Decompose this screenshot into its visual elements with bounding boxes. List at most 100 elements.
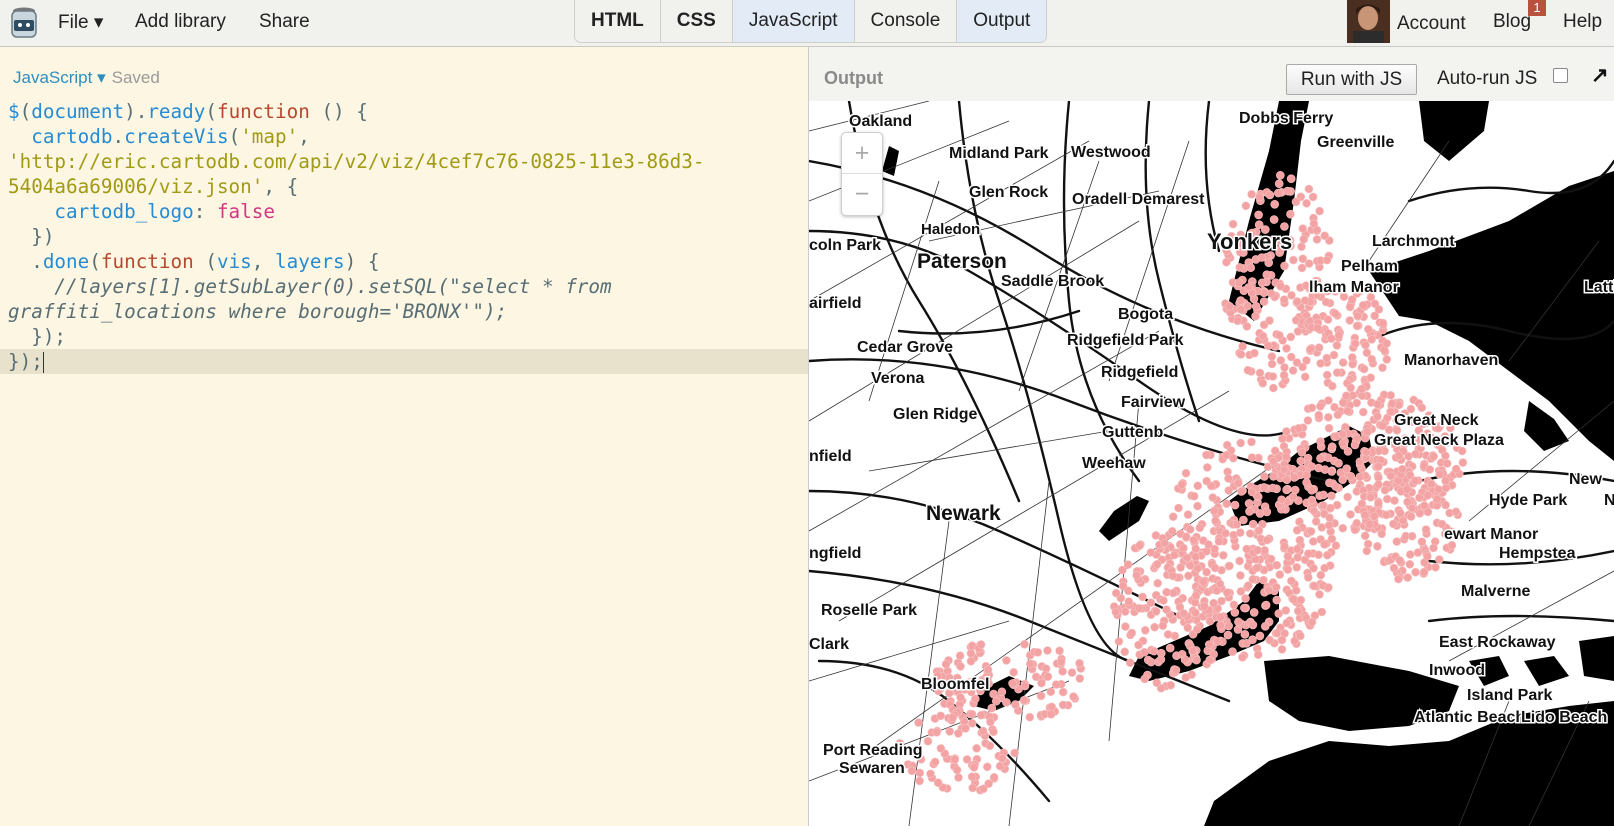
graffiti-point[interactable] [1235,528,1245,537]
graffiti-point[interactable] [1357,384,1366,394]
graffiti-point[interactable] [1247,437,1256,447]
account-link[interactable]: Account [1397,13,1466,35]
graffiti-point[interactable] [1267,289,1276,298]
popout-arrow-icon[interactable]: ↗ [1591,63,1609,88]
graffiti-point[interactable] [1327,491,1336,501]
graffiti-point[interactable] [1307,485,1317,495]
graffiti-point[interactable] [1008,679,1017,688]
graffiti-point[interactable] [923,736,933,746]
graffiti-point[interactable] [1286,576,1296,586]
graffiti-point[interactable] [1402,484,1412,494]
graffiti-point[interactable] [1236,350,1246,359]
graffiti-point[interactable] [1242,638,1251,648]
graffiti-point[interactable] [1275,331,1284,340]
graffiti-point[interactable] [1264,585,1273,595]
graffiti-point[interactable] [1232,520,1242,529]
graffiti-point[interactable] [1011,700,1020,709]
graffiti-point[interactable] [1215,579,1225,589]
graffiti-point[interactable] [1305,345,1315,354]
graffiti-point[interactable] [1134,603,1144,613]
graffiti-point[interactable] [1431,562,1440,572]
graffiti-point[interactable] [1199,577,1208,587]
graffiti-point[interactable] [1132,570,1141,580]
graffiti-point[interactable] [1292,297,1302,306]
graffiti-point[interactable] [1405,559,1415,569]
graffiti-point[interactable] [1167,526,1177,536]
graffiti-point[interactable] [1419,567,1429,577]
graffiti-point[interactable] [1275,570,1285,579]
graffiti-point[interactable] [1181,468,1191,478]
graffiti-point[interactable] [1423,490,1433,500]
graffiti-point[interactable] [985,741,995,751]
graffiti-point[interactable] [1202,463,1212,472]
graffiti-point[interactable] [1236,438,1246,448]
graffiti-point[interactable] [1242,322,1252,331]
graffiti-point[interactable] [1361,340,1370,350]
graffiti-point[interactable] [1224,486,1234,495]
graffiti-point[interactable] [1260,545,1270,555]
code-line[interactable]: .done(function (vis, layers) { [0,249,808,274]
code-line[interactable]: graffiti_locations where borough='BRONX'… [0,299,808,324]
graffiti-point[interactable] [956,693,965,702]
graffiti-point[interactable] [1378,363,1387,373]
graffiti-point[interactable] [1222,257,1231,267]
graffiti-point[interactable] [915,768,925,778]
graffiti-point[interactable] [932,727,941,737]
graffiti-point[interactable] [1363,539,1373,549]
graffiti-point[interactable] [1374,462,1383,471]
graffiti-point[interactable] [1229,600,1239,610]
graffiti-point[interactable] [1325,513,1334,523]
graffiti-point[interactable] [1266,554,1276,564]
graffiti-point[interactable] [997,753,1007,763]
graffiti-point[interactable] [1269,471,1278,481]
graffiti-point[interactable] [1279,465,1289,475]
graffiti-point[interactable] [1279,370,1289,380]
graffiti-point[interactable] [1363,324,1373,334]
graffiti-point[interactable] [1019,695,1029,705]
graffiti-point[interactable] [1282,485,1291,495]
graffiti-point[interactable] [1269,215,1279,224]
graffiti-point[interactable] [1209,598,1218,608]
graffiti-point[interactable] [1134,640,1143,650]
graffiti-point[interactable] [1240,629,1250,639]
graffiti-point[interactable] [1320,231,1330,240]
graffiti-point[interactable] [1293,327,1303,336]
graffiti-point[interactable] [1319,490,1328,500]
graffiti-point[interactable] [1277,644,1287,654]
graffiti-point[interactable] [1362,546,1372,556]
share-menu[interactable]: Share [259,11,310,33]
graffiti-point[interactable] [1292,562,1302,572]
graffiti-point[interactable] [1200,601,1209,611]
graffiti-point[interactable] [1248,620,1258,630]
graffiti-point[interactable] [1222,588,1232,597]
graffiti-point[interactable] [1302,478,1311,487]
graffiti-point[interactable] [1327,442,1337,452]
graffiti-point[interactable] [1233,316,1242,326]
graffiti-point[interactable] [989,727,998,737]
map-view[interactable]: Oakland Dobbs Ferry Greenville Midland Park… [809,101,1614,826]
graffiti-point[interactable] [1396,508,1405,518]
graffiti-point[interactable] [967,709,977,719]
graffiti-point[interactable] [1151,531,1161,540]
graffiti-point[interactable] [1341,391,1351,401]
code-line[interactable]: 'http://eric.cartodb.com/api/v2/viz/4cef… [0,149,808,174]
graffiti-point[interactable] [1427,479,1436,489]
graffiti-point[interactable] [1347,353,1357,362]
graffiti-point[interactable] [1329,350,1339,360]
graffiti-point[interactable] [1216,613,1225,622]
graffiti-point[interactable] [1389,563,1399,573]
graffiti-point[interactable] [967,772,977,782]
graffiti-point[interactable] [936,744,946,753]
graffiti-point[interactable] [1002,698,1011,707]
graffiti-point[interactable] [1055,646,1064,656]
graffiti-point[interactable] [1020,681,1030,691]
graffiti-point[interactable] [1240,603,1249,613]
graffiti-point[interactable] [1270,446,1280,456]
graffiti-point[interactable] [1025,712,1035,722]
graffiti-point[interactable] [1324,396,1333,405]
graffiti-point[interactable] [983,665,993,675]
graffiti-point[interactable] [1188,646,1198,656]
graffiti-point[interactable] [1248,574,1258,584]
graffiti-point[interactable] [1403,573,1413,582]
graffiti-point[interactable] [1140,625,1150,635]
